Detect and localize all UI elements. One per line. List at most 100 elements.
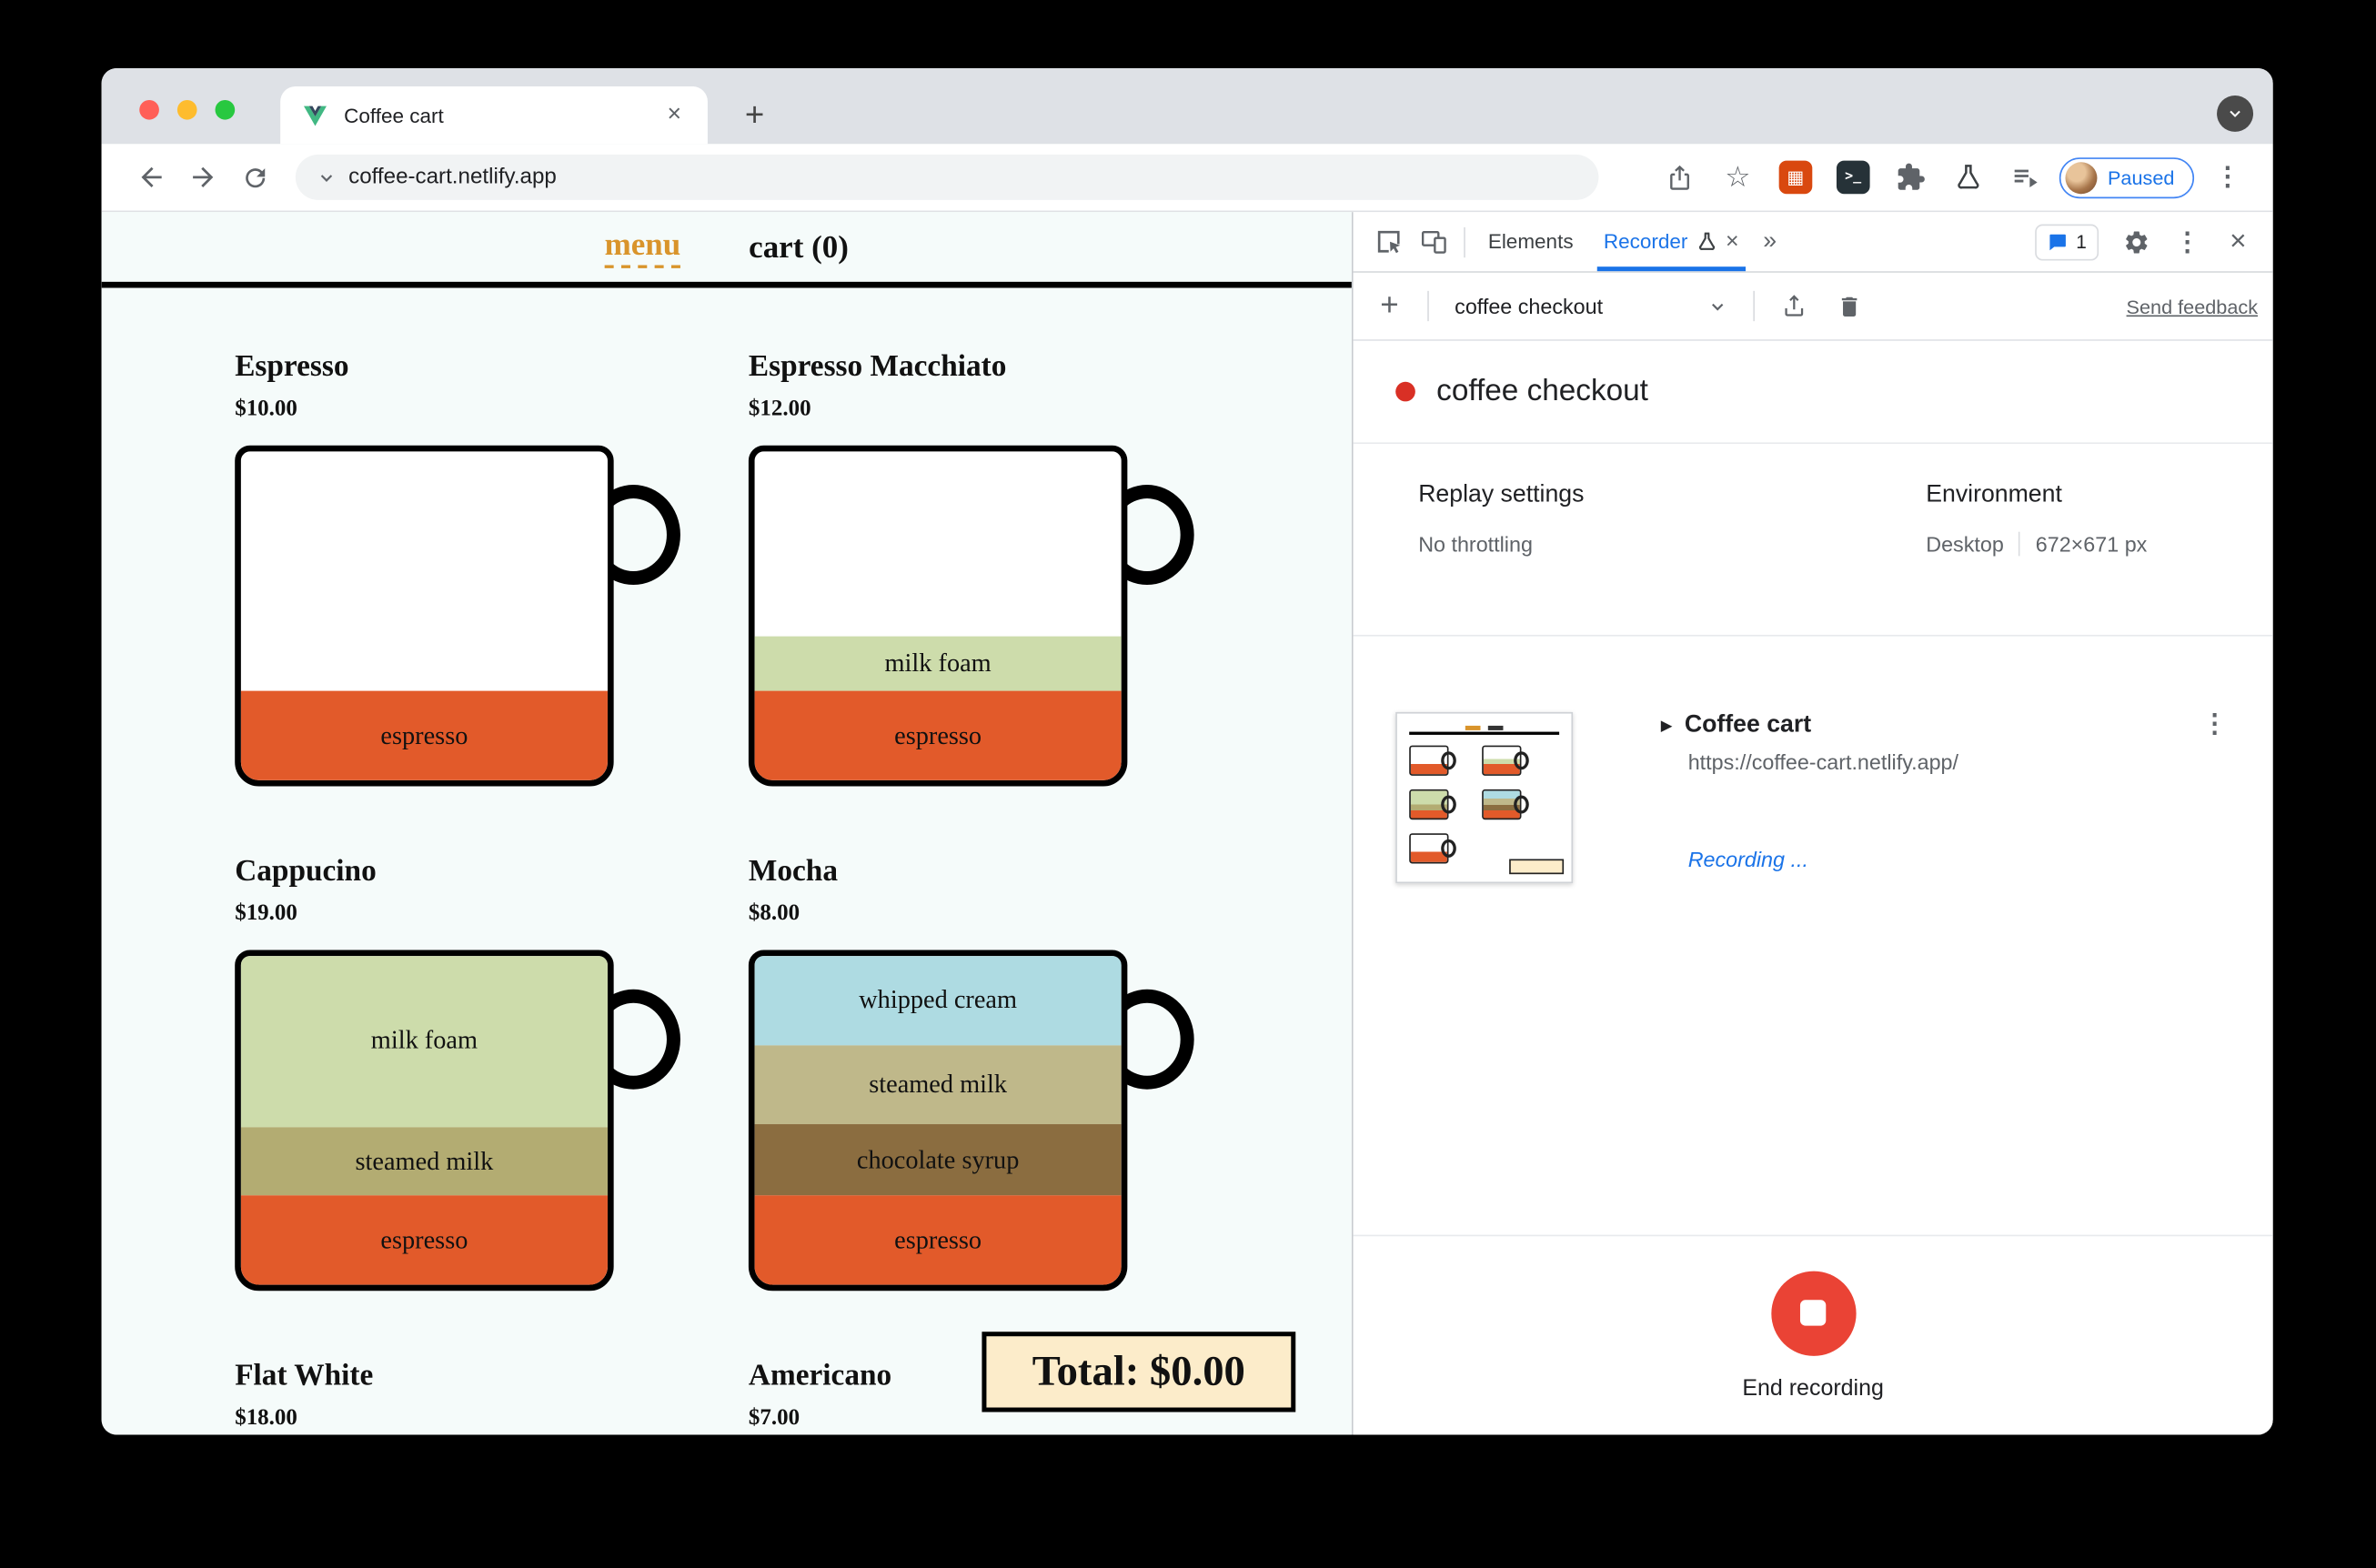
extension-orange-icon[interactable]: ▦	[1771, 153, 1819, 201]
reading-list-icon[interactable]	[2001, 153, 2049, 201]
url-text[interactable]: coffee-cart.netlify.app	[348, 166, 557, 190]
cup-layer-steamed-milk: steamed milk	[754, 1044, 1122, 1124]
send-feedback-link[interactable]: Send feedback	[2127, 295, 2258, 317]
add-recording-button[interactable]: +	[1368, 288, 1411, 325]
thumbnail-total	[1509, 859, 1565, 875]
disclosure-triangle-icon[interactable]: ▶	[1661, 718, 1673, 734]
nav-cart-link[interactable]: cart (0)	[749, 228, 849, 266]
cup-body[interactable]: milk foam steamed milk espresso	[235, 950, 614, 1292]
issues-count: 1	[2076, 231, 2087, 253]
traffic-lights	[139, 99, 236, 120]
browser-toolbar: coffee-cart.netlify.app ☆ ▦ >_ Paused ⋮	[101, 144, 2273, 213]
address-bar[interactable]: coffee-cart.netlify.app	[295, 154, 1599, 200]
menu-items-grid: Espresso $10.00 espresso Espresso Macchi…	[235, 348, 1352, 1433]
devtools-tab-bar: Elements Recorder × » 1 ⋮ ×	[1353, 212, 2273, 273]
coffee-cup[interactable]: whipped cream steamed milk chocolate syrup…	[748, 950, 1194, 1292]
coffee-cup[interactable]: milk foam espresso	[748, 445, 1194, 787]
page-nav: menu cart (0)	[101, 212, 1352, 288]
minimize-window-button[interactable]	[176, 99, 197, 120]
step-menu-kebab-icon[interactable]: ⋮	[2201, 709, 2227, 739]
cup-layer-espresso: espresso	[240, 691, 608, 780]
zoom-window-button[interactable]	[215, 99, 236, 120]
menu-item-flat-white: Flat White $18.00	[235, 1358, 613, 1433]
browser-tab-coffee-cart[interactable]: Coffee cart ×	[280, 85, 708, 145]
paused-label: Paused	[2107, 166, 2175, 189]
step-title: Coffee cart	[1684, 711, 1812, 739]
extension-terminal-icon[interactable]: >_	[1828, 153, 1877, 201]
thumbnail-cups	[1409, 745, 1559, 864]
browser-window: Coffee cart × + coffee-cart.netlify.app …	[101, 67, 2273, 1435]
item-price: $12.00	[748, 397, 811, 422]
settings-gear-icon[interactable]	[2114, 219, 2160, 265]
tab-strip: Coffee cart × +	[101, 67, 2273, 145]
devtools-menu-kebab-icon[interactable]: ⋮	[2174, 226, 2200, 256]
cup-layer-milk-foam: milk foam	[240, 956, 608, 1128]
step-info: ▶ Coffee cart https://coffee-cart.netlif…	[1661, 712, 1958, 1235]
back-button[interactable]	[126, 152, 177, 204]
tab-recorder[interactable]: Recorder ×	[1588, 212, 1754, 272]
tab-search-button[interactable]	[2217, 95, 2254, 132]
chevron-down-icon	[1712, 303, 1724, 310]
coffee-cup[interactable]: espresso	[235, 445, 680, 787]
site-info-chevron-icon[interactable]	[317, 167, 337, 187]
environment-device: Desktop	[1926, 531, 2004, 557]
browser-menu-kebab-icon[interactable]: ⋮	[2203, 153, 2251, 201]
toolbar-actions: ☆ ▦ >_ Paused ⋮	[1656, 153, 2252, 201]
recording-select[interactable]: coffee checkout	[1445, 294, 1737, 318]
device-toolbar-icon[interactable]	[1411, 219, 1456, 265]
end-recording-label: End recording	[1742, 1374, 1884, 1402]
item-name: Flat White	[235, 1359, 374, 1392]
coffee-cup[interactable]: milk foam steamed milk espresso	[235, 950, 680, 1292]
replay-settings-col: Replay settings No throttling	[1418, 480, 1926, 635]
cup-layer-espresso: espresso	[754, 1196, 1122, 1285]
reload-button[interactable]	[229, 152, 281, 204]
cup-layer-espresso: espresso	[754, 691, 1122, 780]
tab-elements[interactable]: Elements	[1473, 212, 1588, 271]
close-recorder-tab-icon[interactable]: ×	[1726, 229, 1739, 255]
inspect-element-icon[interactable]	[1365, 219, 1411, 265]
cup-body[interactable]: whipped cream steamed milk chocolate syrup…	[748, 950, 1128, 1292]
share-button[interactable]	[1656, 153, 1705, 201]
extensions-puzzle-icon[interactable]	[1887, 153, 1935, 201]
item-name: Mocha	[748, 854, 839, 889]
cup-layer-whipped-cream: whipped cream	[754, 956, 1122, 1045]
close-window-button[interactable]	[139, 99, 159, 120]
content-area: menu cart (0) Espresso $10.00 espresso E…	[101, 212, 2273, 1435]
forward-button[interactable]	[177, 152, 229, 204]
end-recording-button[interactable]	[1770, 1270, 1856, 1356]
profile-paused-pill[interactable]: Paused	[2059, 156, 2195, 198]
replay-settings-label[interactable]: Replay settings	[1418, 480, 1926, 510]
cup-body[interactable]: espresso	[235, 445, 614, 787]
environment-label[interactable]: Environment	[1926, 480, 2147, 510]
cup-body[interactable]: milk foam espresso	[748, 445, 1128, 787]
tab-recorder-label: Recorder	[1603, 230, 1688, 254]
extension-flask-icon[interactable]	[1944, 153, 1992, 201]
cup-layer-steamed-milk: steamed milk	[240, 1127, 608, 1197]
cup-layer-espresso: espresso	[240, 1196, 608, 1285]
export-recording-icon[interactable]	[1771, 284, 1817, 329]
recording-thumbnail[interactable]	[1395, 711, 1574, 884]
menu-item-cappucino: Cappucino $19.00 milk foam steamed milk es…	[235, 853, 680, 1292]
delete-recording-icon[interactable]	[1826, 284, 1871, 329]
issues-counter[interactable]: 1	[2035, 223, 2099, 260]
close-devtools-icon[interactable]: ×	[2215, 219, 2260, 265]
devtools-panel: Elements Recorder × » 1 ⋮ × + coffee che…	[1351, 212, 2273, 1435]
tab-close-icon[interactable]: ×	[659, 102, 690, 129]
recording-steps: ▶ Coffee cart https://coffee-cart.netlif…	[1354, 637, 2273, 1235]
step-recording-status[interactable]: Recording ...	[1688, 847, 1958, 871]
new-tab-button[interactable]: +	[729, 89, 780, 141]
devtools-tabbar-right: 1 ⋮ ×	[2035, 219, 2260, 265]
item-name: Cappucino	[235, 854, 377, 889]
recording-select-value: coffee checkout	[1455, 294, 1604, 318]
step-url: https://coffee-cart.netlify.app/	[1687, 749, 1958, 775]
menu-item-mocha: Mocha $8.00 whipped cream steamed milk cho…	[748, 853, 1194, 1292]
cart-total[interactable]: Total: $0.00	[982, 1332, 1296, 1412]
recording-settings: Replay settings No throttling Environmen…	[1353, 444, 2273, 637]
nav-menu-link[interactable]: menu	[604, 226, 681, 268]
more-tabs-icon[interactable]: »	[1754, 228, 1786, 256]
bookmark-star-button[interactable]: ☆	[1714, 153, 1762, 201]
recording-header: coffee checkout	[1353, 341, 2273, 445]
step-header[interactable]: ▶ Coffee cart	[1661, 712, 1958, 739]
menu-item-espresso: Espresso $10.00 espresso	[235, 348, 680, 787]
coffee-cart-page: menu cart (0) Espresso $10.00 espresso E…	[101, 212, 1352, 1435]
